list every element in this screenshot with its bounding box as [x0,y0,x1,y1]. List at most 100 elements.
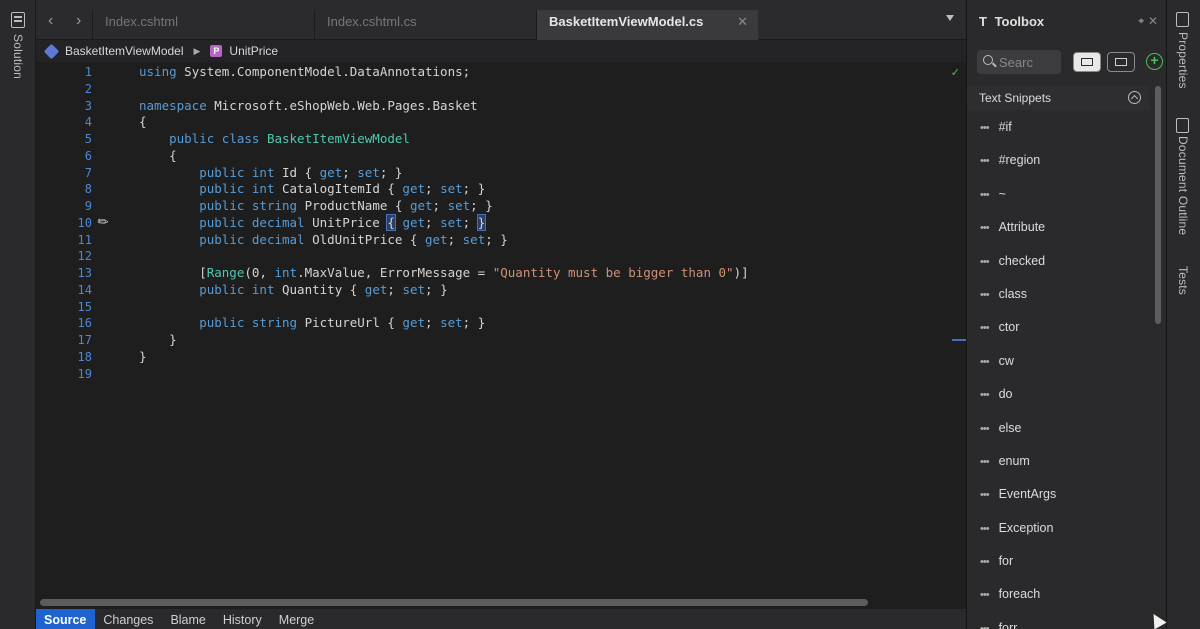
snippet-item[interactable]: ••• class [967,278,1149,311]
pin-icon[interactable]: ⌖ [1138,16,1144,27]
line-number: 18 [77,349,92,364]
line-number: 11 [77,232,92,247]
left-sidebar: Solution [0,0,36,629]
snippet-label: else [998,420,1022,435]
line-number: 5 [84,132,92,146]
snippet-icon: ••• [980,589,990,602]
line-number: 16 [77,316,92,331]
line-number: 15 [77,299,92,314]
line-number: 14 [77,282,92,297]
tab-source[interactable]: Source [36,609,96,629]
properties-pad-label[interactable]: Properties [1176,32,1190,89]
line-number: 17 [77,333,92,347]
snippet-item[interactable]: ••• ~ [967,178,1149,211]
snippet-icon: ••• [980,322,990,335]
close-tab-icon[interactable]: ✕ [737,14,748,30]
snippet-item[interactable]: ••• checked [967,245,1149,278]
line-number: 9 [84,199,92,213]
code-line: public decimal UnitPrice { get; set; } [199,213,487,231]
snippet-icon: ••• [980,288,990,301]
list-view-button[interactable] [1073,52,1101,72]
snippet-item[interactable]: ••• Attribute [967,211,1149,244]
snippet-item[interactable]: ••• else [967,412,1149,445]
toolbox-icon: T [979,14,987,29]
snippet-item[interactable]: ••• ctor [967,311,1149,344]
solution-pad-label[interactable]: Solution [11,34,25,79]
tab-index-cshtml-cs[interactable]: Index.cshtml.cs [314,10,536,40]
snippet-label: checked [998,253,1046,268]
forward-arrow-icon[interactable]: › [76,12,81,30]
tab-label: Index.cshtml [105,14,178,29]
add-icon[interactable]: + [1146,53,1163,70]
snippet-icon: ••• [980,355,990,368]
scrollbar-thumb[interactable] [1155,86,1161,324]
tab-merge[interactable]: Merge [271,609,323,629]
tests-pad-label[interactable]: Tests [1176,266,1190,295]
snippet-item[interactable]: ••• forr [967,612,1149,629]
close-icon[interactable]: ✕ [1148,14,1158,28]
line-number: 3 [84,98,92,113]
snippet-list: ••• #if ••• #region ••• ~ ••• Attribute ••• check… [967,111,1149,629]
line-number: 4 [84,115,92,130]
toolbox-scrollbar[interactable] [1153,82,1163,627]
code-line: { [139,114,147,130]
document-outline-pad-label[interactable]: Document Outline [1176,136,1190,235]
tab-overflow-chevron-icon[interactable] [946,15,954,21]
search-input[interactable] [999,53,1057,71]
breadcrumb-class[interactable]: BasketItemViewModel [65,44,184,58]
breadcrumb-member[interactable]: UnitPrice [229,44,278,58]
line-number: 19 [77,366,92,381]
snippet-item[interactable]: ••• do [967,378,1149,411]
solution-pad-icon[interactable] [11,12,25,28]
snippet-item[interactable]: ••• Exception [967,512,1149,545]
snippet-item[interactable]: ••• for [967,545,1149,578]
snippet-label: foreach [998,587,1041,602]
tab-history[interactable]: History [215,609,271,629]
search-icon [983,55,993,65]
snippet-label: enum [998,453,1030,468]
line-number: 7 [84,165,92,180]
snippet-item[interactable]: ••• EventArgs [967,478,1149,511]
code-line: } [139,348,147,364]
line-number: 8 [84,182,92,197]
bottom-tabs: Source Changes Blame History Merge [36,609,966,629]
snippet-item[interactable]: ••• #region [967,144,1149,177]
breadcrumb: BasketItemViewModel ▶ P UnitPrice [36,40,966,62]
snippet-item[interactable]: ••• #if [967,111,1149,144]
line-number: 13 [77,266,92,280]
tab-blame[interactable]: Blame [162,609,214,629]
code-line: [Range(0, int.MaxValue, ErrorMessage = "… [139,265,749,280]
snippet-label: Attribute [998,220,1046,235]
property-icon: P [210,45,223,57]
text-snippets-section[interactable]: Text Snippets [967,86,1149,110]
collapse-icon[interactable] [1128,91,1141,104]
edit-pencil-icon: ✎ [94,212,113,231]
toolbox-search[interactable] [977,50,1061,74]
line-number: 1 [84,65,92,79]
snippet-icon: ••• [980,622,990,629]
tab-basketitemviewmodel-cs[interactable]: BasketItemViewModel.cs ✕ [536,10,758,40]
tab-changes[interactable]: Changes [95,609,162,629]
code-text[interactable]: using System.ComponentModel.DataAnnotati… [139,64,749,382]
snippet-item[interactable]: ••• enum [967,445,1149,478]
line-number: 6 [84,148,92,163]
snippet-item[interactable]: ••• cw [967,345,1149,378]
toolbox-panel: T Toolbox ⌖ ✕ + Text Snippets ••• #if ••• #… [966,0,1166,629]
snippet-icon: ••• [980,222,990,235]
line-number-gutter: 1 2 3 4 5 6 7 8 9 10 11 12 13 14 15 16 17 18 19 [54,64,92,382]
snippet-item[interactable]: ••• foreach [967,578,1149,611]
code-line: } [139,332,177,347]
grid-view-button[interactable] [1107,52,1135,72]
code-line: public int Id { get; set; } [199,164,403,180]
code-editor[interactable]: 1 2 3 4 5 6 7 8 9 10 11 12 13 14 15 16 17 18 19 ✎ using Sy… [36,62,966,597]
back-arrow-icon[interactable]: ‹ [48,12,53,30]
checkmark-icon: ✓ [950,67,960,79]
properties-pad-icon[interactable] [1176,12,1189,27]
document-outline-pad-icon[interactable] [1176,118,1189,133]
scrollbar-thumb[interactable] [40,599,868,606]
snippet-icon: ••• [980,122,990,134]
snippet-label: class [998,286,1028,301]
tab-index-cshtml[interactable]: Index.cshtml [92,10,314,40]
horizontal-scrollbar[interactable] [36,597,966,609]
